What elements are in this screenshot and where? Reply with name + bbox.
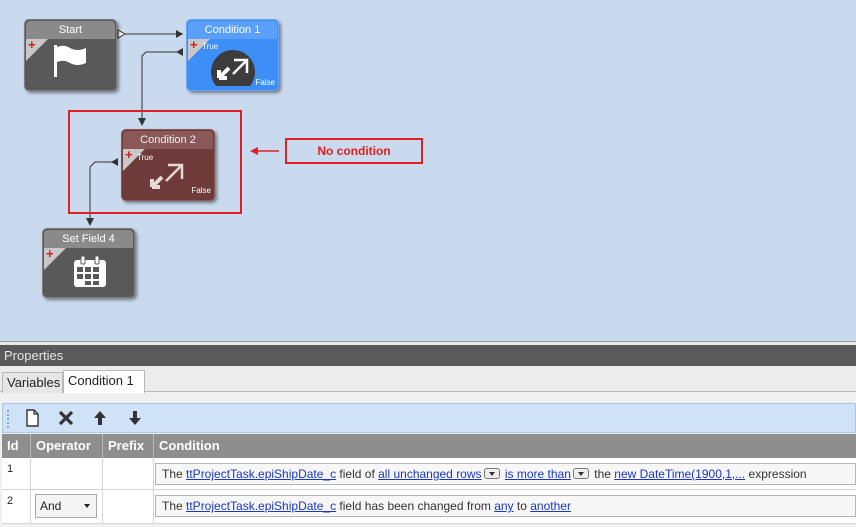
column-header-condition[interactable]: Condition <box>154 434 856 458</box>
move-down-icon[interactable] <box>126 409 144 427</box>
condition-grid: Id Operator Prefix Condition 1 The ttPro… <box>2 434 856 524</box>
tab-strip: Variables Condition 1 <box>0 366 856 393</box>
row-operator[interactable] <box>31 458 103 489</box>
no-condition-callout: No condition <box>285 138 423 164</box>
rows-scope-link[interactable]: all unchanged rows <box>378 467 481 481</box>
row-condition-cell: The ttProjectTask.epiShipDate_c field of… <box>154 458 856 489</box>
field-link[interactable]: ttProjectTask.epiShipDate_c <box>186 467 336 481</box>
condition-text: the <box>590 467 615 481</box>
tab-condition1[interactable]: Condition 1 <box>63 370 145 393</box>
delete-x-icon[interactable] <box>57 409 75 427</box>
condition-expression: The ttProjectTask.epiShipDate_c field ha… <box>155 495 856 517</box>
arrow-head <box>176 30 183 38</box>
arrow-head <box>117 29 127 39</box>
condition-text: field of <box>336 467 379 481</box>
node-set-field-title: Set Field 4 <box>44 230 133 248</box>
condition-expression: The ttProjectTask.epiShipDate_c field of… <box>155 463 856 485</box>
node-set-field[interactable]: Set Field 4 + <box>42 228 135 298</box>
table-row[interactable]: 2 And The ttProjectTask.epiShipDate_c fi… <box>2 490 856 524</box>
condition-text: The <box>162 467 187 481</box>
from-value-link[interactable]: any <box>494 499 513 513</box>
calendar-icon <box>74 256 106 287</box>
dropdown-arrow-icon[interactable] <box>483 468 500 480</box>
to-value-link[interactable]: another <box>530 499 571 513</box>
add-plus-icon[interactable]: + <box>190 38 198 51</box>
add-plus-icon[interactable]: + <box>46 247 54 260</box>
row-id: 1 <box>2 458 31 489</box>
workflow-canvas[interactable]: Start + Condition 1 + True False Conditi… <box>0 0 856 341</box>
arrow-head <box>86 218 94 226</box>
toolbar-grip[interactable] <box>7 410 9 428</box>
highlight-box <box>68 110 242 214</box>
new-document-icon[interactable] <box>23 409 41 427</box>
condition-text: to <box>513 499 531 513</box>
operator-select[interactable]: And <box>35 494 97 518</box>
row-id: 2 <box>2 490 31 523</box>
properties-header: Properties <box>0 345 856 366</box>
condition-text: field has been changed from <box>336 499 495 513</box>
node-condition1-title: Condition 1 <box>188 21 277 39</box>
column-header-prefix[interactable]: Prefix <box>103 434 154 458</box>
comparison-link[interactable]: is more than <box>505 467 571 481</box>
column-header-operator[interactable]: Operator <box>31 434 103 458</box>
flag-icon <box>54 45 86 77</box>
condition-text: expression <box>745 467 807 481</box>
false-output-label: False <box>255 78 275 87</box>
properties-panel: Properties Variables Condition 1 Id Oper… <box>0 341 856 527</box>
row-condition-cell: The ttProjectTask.epiShipDate_c field ha… <box>154 490 856 523</box>
row-prefix[interactable] <box>103 490 154 523</box>
field-link[interactable]: ttProjectTask.epiShipDate_c <box>186 499 336 513</box>
table-row[interactable]: 1 The ttProjectTask.epiShipDate_c field … <box>2 458 856 490</box>
node-condition1[interactable]: Condition 1 + True False <box>186 19 279 91</box>
tab-variables[interactable]: Variables <box>2 372 63 393</box>
expression-link[interactable]: new DateTime(1900,1,... <box>614 467 745 481</box>
add-plus-icon[interactable]: + <box>28 38 36 51</box>
node-start-title: Start <box>26 21 115 39</box>
dropdown-arrow-icon[interactable] <box>572 468 589 480</box>
condition-text: The <box>162 499 187 513</box>
annotation-arrow-head <box>250 147 258 155</box>
node-start[interactable]: Start + <box>24 19 117 91</box>
grid-toolbar <box>2 403 856 433</box>
arrow-head <box>176 48 183 56</box>
row-operator-cell: And <box>31 490 103 523</box>
move-up-icon[interactable] <box>91 409 109 427</box>
grid-header: Id Operator Prefix Condition <box>2 434 856 458</box>
condition-arrows-icon <box>211 50 255 86</box>
column-header-id[interactable]: Id <box>2 434 31 458</box>
row-prefix[interactable] <box>103 458 154 489</box>
